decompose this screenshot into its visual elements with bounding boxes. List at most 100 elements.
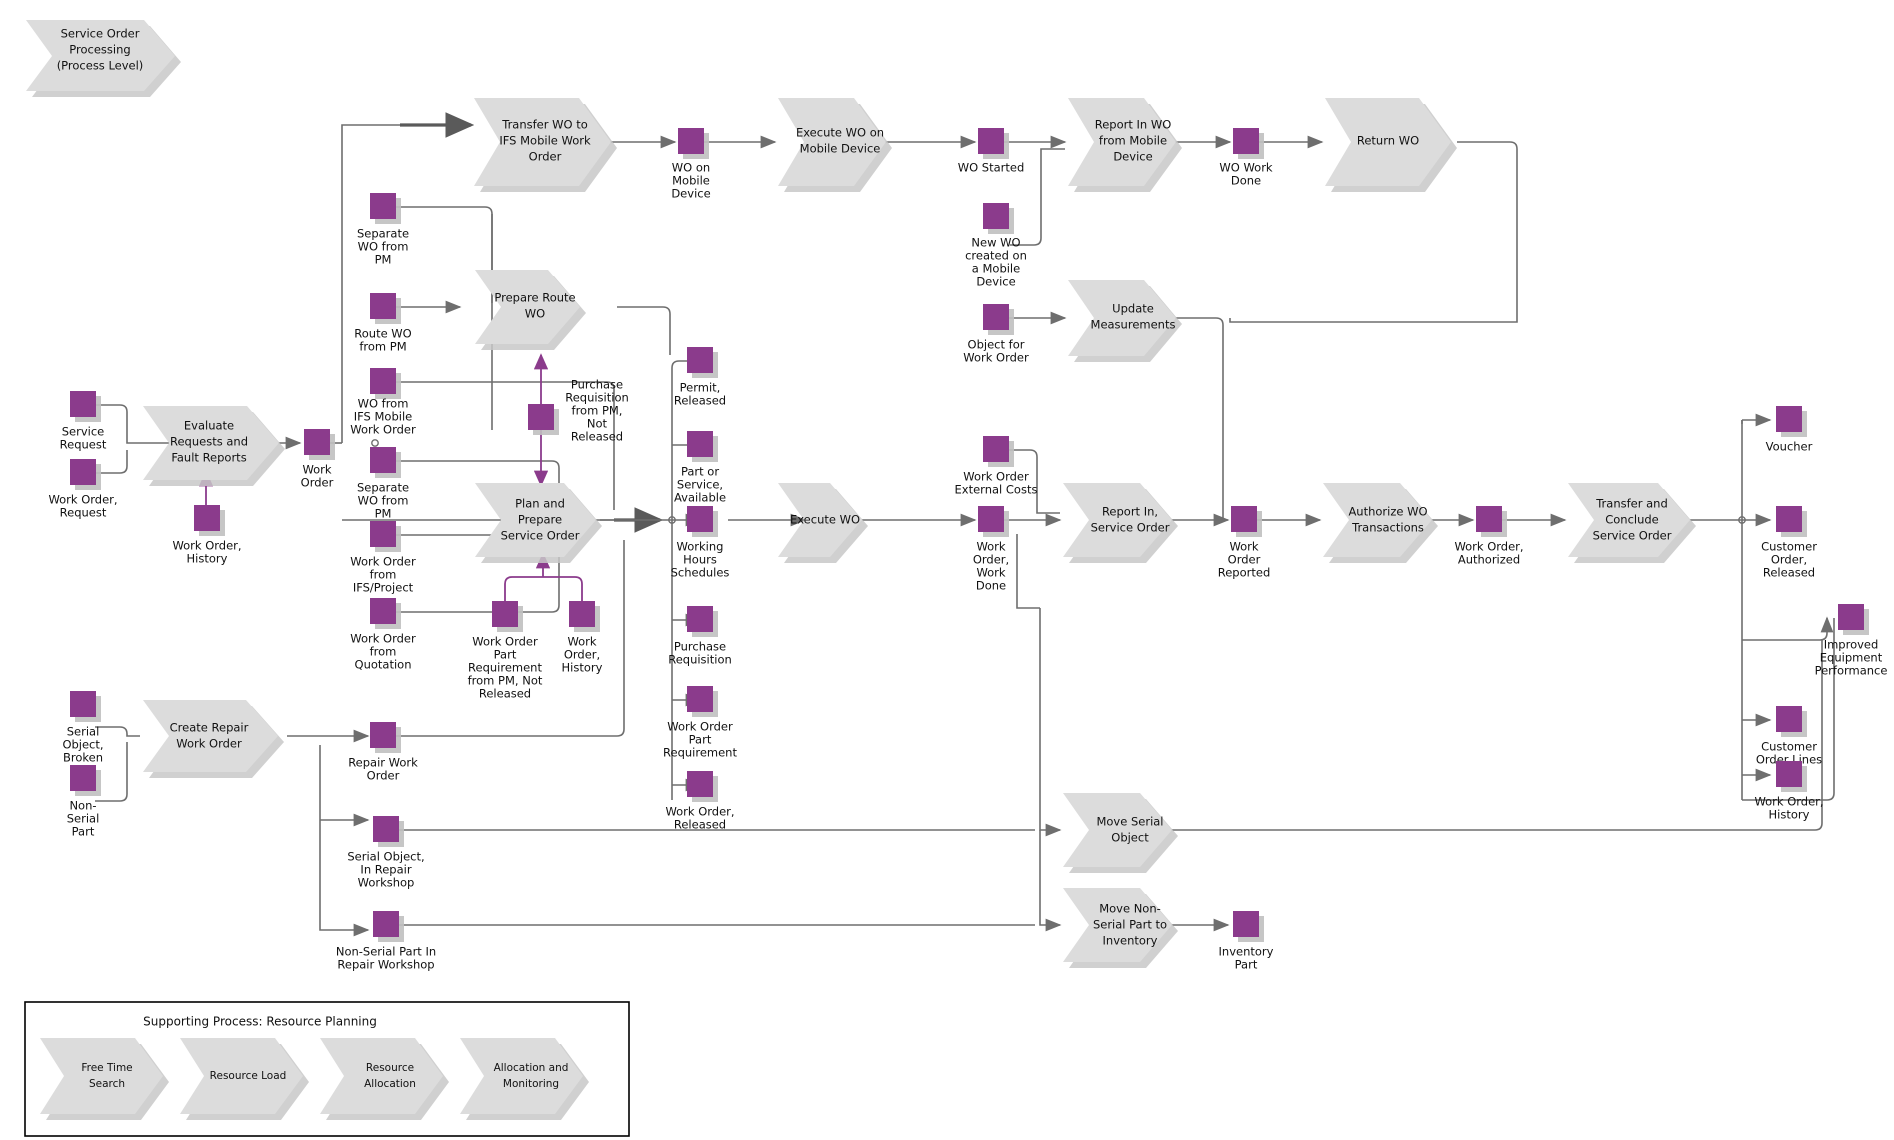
store-label: Work Order, bbox=[665, 805, 734, 819]
process-label: Work Order bbox=[176, 737, 242, 751]
store-customer-order-released[interactable]: Customer Order, Released bbox=[1761, 506, 1817, 580]
process-label: Report In WO bbox=[1095, 118, 1172, 132]
store-label: Released bbox=[1763, 566, 1815, 580]
store-label: Customer bbox=[1761, 540, 1817, 554]
process-label: Authorize WO bbox=[1348, 505, 1427, 519]
store-working-hours-schedules[interactable]: Working Hours Schedules bbox=[671, 506, 730, 580]
store-work-order-history-right[interactable]: Work Order, History bbox=[1754, 761, 1824, 822]
supporting-step-free-time-search[interactable]: Free Time Search bbox=[40, 1038, 169, 1120]
store-label: Order, bbox=[1771, 553, 1807, 567]
store-work-order-released[interactable]: Work Order, Released bbox=[665, 771, 735, 832]
process-report-in-wo-mobile[interactable]: Report In WO from Mobile Device bbox=[1068, 98, 1182, 192]
store-separate-wo-from-pm-1[interactable]: Separate WO from PM bbox=[357, 193, 409, 267]
process-label: IFS Mobile Work bbox=[499, 134, 591, 148]
store-label: History bbox=[562, 661, 603, 675]
supporting-step-resource-load[interactable]: Resource Load bbox=[180, 1038, 309, 1120]
process-execute-wo[interactable]: Execute WO bbox=[778, 483, 868, 563]
store-label: Work bbox=[302, 463, 331, 477]
process-label: Create Repair bbox=[170, 721, 249, 735]
store-new-wo-created-mobile[interactable]: New WO created on a Mobile Device bbox=[965, 203, 1027, 289]
process-move-non-serial-part[interactable]: Move Non- Serial Part to Inventory bbox=[1063, 888, 1178, 968]
store-route-wo-from-pm[interactable]: Route WO from PM bbox=[354, 293, 412, 354]
process-label: Execute WO on bbox=[796, 126, 884, 140]
store-work-order-authorized[interactable]: Work Order, Authorized bbox=[1454, 506, 1524, 567]
process-label: Transfer WO to bbox=[501, 118, 588, 132]
process-plan-prepare-service-order[interactable]: Plan and Prepare Service Order bbox=[475, 483, 602, 563]
store-serial-object-broken[interactable]: Serial Object, Broken bbox=[62, 691, 104, 765]
process-label: Move Non- bbox=[1099, 902, 1161, 916]
store-object-for-work-order[interactable]: Object for Work Order bbox=[963, 304, 1029, 365]
store-label: Requisition bbox=[565, 391, 629, 405]
store-label: Work bbox=[1229, 540, 1258, 554]
store-service-request[interactable]: Service Request bbox=[60, 391, 107, 452]
store-inventory-part[interactable]: Inventory Part bbox=[1219, 911, 1274, 972]
store-permit-released[interactable]: Permit, Released bbox=[674, 347, 726, 408]
store-label: Equipment bbox=[1820, 651, 1883, 665]
store-label: from PM, bbox=[572, 404, 623, 418]
store-work-order-history-left[interactable]: Work Order, History bbox=[172, 505, 242, 566]
store-work-order-history-mid[interactable]: Work Order, History bbox=[562, 601, 603, 675]
store-customer-order-lines[interactable]: Customer Order Lines bbox=[1756, 706, 1822, 767]
process-create-repair-work-order[interactable]: Create Repair Work Order bbox=[143, 700, 284, 778]
store-label: Request bbox=[60, 506, 107, 520]
store-wo-from-ifs-mobile-work-order[interactable]: WO from IFS Mobile Work Order bbox=[350, 368, 416, 437]
store-work-order-part-requirement-from-pm-not-released[interactable]: Work Order Part Requirement from PM, Not… bbox=[468, 601, 543, 701]
process-label: Inventory bbox=[1103, 934, 1158, 948]
process-label: Mobile Device bbox=[800, 142, 881, 156]
store-improved-equipment-performance[interactable]: Improved Equipment Performance bbox=[1815, 604, 1888, 678]
store-label: External Costs bbox=[955, 483, 1038, 497]
store-purchase-requisition[interactable]: Purchase Requisition bbox=[668, 606, 732, 667]
store-work-order-from-quotation[interactable]: Work Order from Quotation bbox=[350, 598, 416, 672]
process-transfer-conclude-service-order[interactable]: Transfer and Conclude Service Order bbox=[1568, 483, 1696, 563]
process-update-measurements[interactable]: Update Measurements bbox=[1068, 280, 1182, 362]
store-work-order-from-ifs-project[interactable]: Work Order from IFS/Project bbox=[350, 521, 416, 595]
store-label: Permit, bbox=[680, 381, 721, 395]
store-work-order-external-costs[interactable]: Work Order External Costs bbox=[955, 436, 1038, 497]
process-label: from Mobile bbox=[1099, 134, 1167, 148]
store-work-order-part-requirement[interactable]: Work Order Part Requirement bbox=[663, 686, 737, 760]
store-work-order-request[interactable]: Work Order, Request bbox=[48, 459, 118, 520]
store-part-or-service-available[interactable]: Part or Service, Available bbox=[674, 431, 726, 505]
store-label: Quotation bbox=[355, 658, 412, 672]
store-wo-work-done[interactable]: WO Work Done bbox=[1219, 128, 1273, 188]
supporting-step-allocation-and-monitoring[interactable]: Allocation and Monitoring bbox=[460, 1038, 589, 1120]
store-work-order[interactable]: Work Order bbox=[301, 429, 335, 490]
header-line-3: (Process Level) bbox=[57, 59, 144, 73]
store-voucher[interactable]: Voucher bbox=[1766, 406, 1813, 454]
store-serial-object-in-repair-workshop[interactable]: Serial Object, In Repair Workshop bbox=[347, 816, 425, 890]
store-label: Inventory bbox=[1219, 945, 1274, 959]
store-label: Requirement bbox=[663, 746, 737, 760]
store-wo-started[interactable]: WO Started bbox=[958, 128, 1025, 175]
process-label: Device bbox=[1113, 150, 1152, 164]
store-label: Broken bbox=[63, 751, 103, 765]
process-move-serial-object[interactable]: Move Serial Object bbox=[1063, 793, 1178, 873]
process-report-in-service-order[interactable]: Report In, Service Order bbox=[1063, 483, 1178, 563]
process-execute-wo-mobile[interactable]: Execute WO on Mobile Device bbox=[778, 98, 892, 192]
process-evaluate-requests[interactable]: Evaluate Requests and Fault Reports bbox=[143, 406, 285, 486]
process-label: Evaluate bbox=[184, 419, 234, 433]
store-label: Workshop bbox=[358, 876, 415, 890]
store-label: Work bbox=[976, 566, 1005, 580]
store-label: Work Order, bbox=[1754, 795, 1823, 809]
process-return-wo[interactable]: Return WO bbox=[1325, 98, 1457, 192]
step-label: Allocation bbox=[364, 1078, 416, 1090]
store-label: Working bbox=[677, 540, 724, 554]
store-label: Work Order bbox=[472, 635, 538, 649]
process-label: Execute WO bbox=[790, 513, 860, 527]
store-purchase-requisition-from-pm-not-released[interactable]: Purchase Requisition from PM, Not Releas… bbox=[528, 378, 629, 444]
store-work-order-reported[interactable]: Work Order Reported bbox=[1218, 506, 1271, 580]
store-label: Part bbox=[1235, 958, 1258, 972]
store-separate-wo-from-pm-2[interactable]: Separate WO from PM bbox=[357, 447, 409, 521]
store-wo-on-mobile-device[interactable]: WO on Mobile Device bbox=[671, 128, 711, 201]
process-transfer-wo-mobile[interactable]: Transfer WO to IFS Mobile Work Order bbox=[474, 98, 617, 192]
store-non-serial-part[interactable]: Non- Serial Part bbox=[67, 765, 101, 839]
store-label: Repair Workshop bbox=[337, 958, 434, 972]
store-work-order-work-done[interactable]: Work Order, Work Done bbox=[973, 506, 1009, 593]
store-non-serial-part-in-repair-workshop[interactable]: Non-Serial Part In Repair Workshop bbox=[336, 911, 436, 972]
store-label: Order, bbox=[973, 553, 1009, 567]
process-authorize-wo-transactions[interactable]: Authorize WO Transactions bbox=[1323, 483, 1438, 563]
supporting-step-resource-allocation[interactable]: Resource Allocation bbox=[320, 1038, 449, 1120]
store-label: Part or bbox=[681, 465, 719, 479]
store-repair-work-order[interactable]: Repair Work Order bbox=[348, 722, 418, 783]
process-label: Serial Part to bbox=[1093, 918, 1167, 932]
